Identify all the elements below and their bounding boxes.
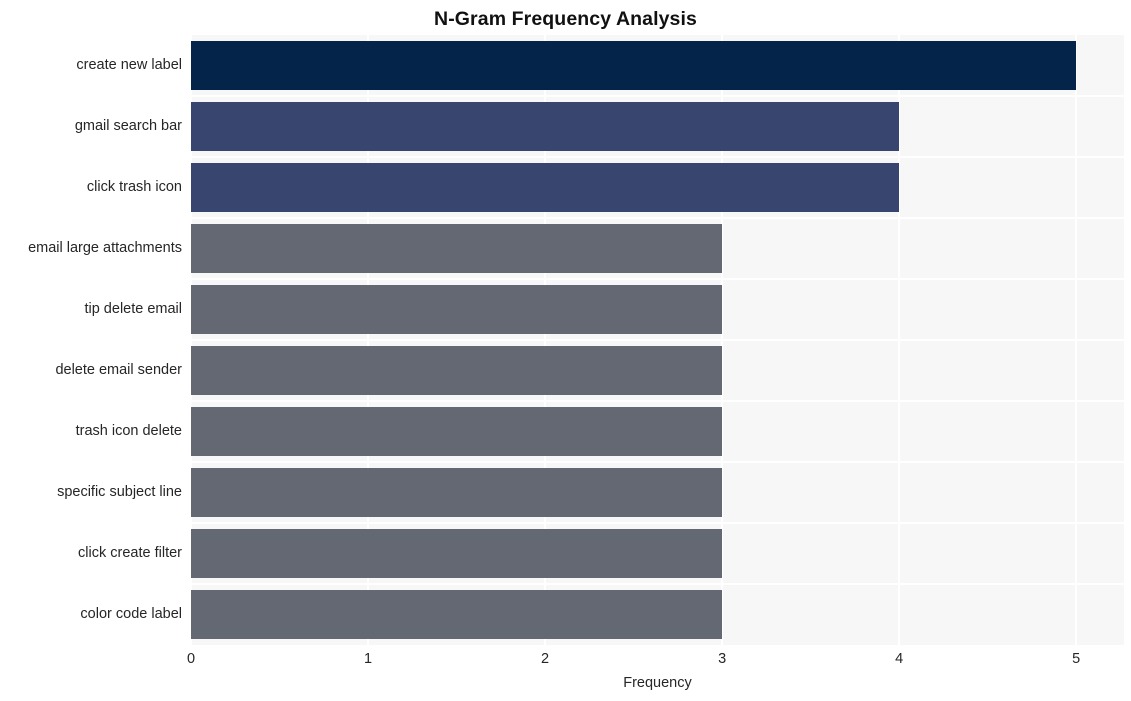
gridline-horizontal	[191, 95, 1124, 97]
gridline-horizontal	[191, 461, 1124, 463]
y-axis-tick-label: specific subject line	[57, 483, 182, 500]
bar	[191, 41, 1077, 90]
plot-area	[191, 35, 1124, 645]
bar	[191, 102, 900, 151]
bar	[191, 163, 900, 212]
y-axis-tick-labels: create new label gmail search bar click tr…	[0, 0, 191, 701]
y-axis-tick-label: tip delete email	[84, 300, 182, 317]
x-axis-tick-labels: 0 1 2 3 4 5	[0, 650, 1131, 672]
bar	[191, 285, 723, 334]
bar	[191, 224, 723, 273]
gridline-horizontal	[191, 339, 1124, 341]
y-axis-tick-label: email large attachments	[28, 239, 182, 256]
y-axis-tick-label: trash icon delete	[75, 422, 182, 439]
x-axis-tick-label: 3	[718, 651, 727, 667]
y-axis-tick-label: color code label	[80, 605, 182, 622]
y-axis-tick-label: click create filter	[78, 544, 182, 561]
gridline-horizontal	[191, 217, 1124, 219]
gridline-horizontal	[191, 583, 1124, 585]
chart-figure: N-Gram Frequency Analysis create new lab…	[0, 0, 1131, 701]
bar	[191, 529, 723, 578]
bar	[191, 468, 723, 517]
y-axis-tick-label: click trash icon	[86, 178, 182, 195]
x-axis-title: Frequency	[623, 675, 692, 691]
x-axis-tick-label: 4	[895, 651, 904, 667]
gridline-horizontal	[191, 278, 1124, 280]
x-axis-tick-label: 5	[1072, 651, 1081, 667]
x-axis-tick-label: 1	[363, 651, 373, 667]
y-axis-tick-label: gmail search bar	[74, 117, 182, 134]
y-axis-tick-label: delete email sender	[55, 361, 182, 378]
x-axis-tick-label: 0	[186, 651, 196, 667]
gridline-horizontal	[191, 522, 1124, 524]
bar	[191, 407, 723, 456]
x-axis-tick-label: 2	[541, 651, 550, 667]
gridline-horizontal	[191, 156, 1124, 158]
bar	[191, 590, 723, 639]
gridline-horizontal	[191, 400, 1124, 402]
bar	[191, 346, 723, 395]
y-axis-tick-label: create new label	[76, 56, 182, 73]
